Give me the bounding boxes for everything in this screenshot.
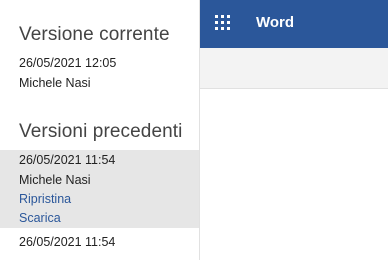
download-link[interactable]: Scarica (19, 211, 61, 225)
previous-version-date: 26/05/2021 11:54 (19, 153, 116, 167)
current-version-date: 26/05/2021 12:05 (19, 56, 117, 70)
current-version-heading: Versione corrente (19, 24, 170, 45)
app-header: Word (200, 0, 388, 48)
previous-version-author: Michele Nasi (19, 173, 91, 187)
waffle-icon[interactable] (215, 15, 231, 31)
previous-version-date[interactable]: 26/05/2021 11:54 (19, 235, 115, 249)
document-canvas[interactable] (200, 89, 388, 260)
previous-versions-heading: Versioni precedenti (19, 121, 183, 142)
restore-link[interactable]: Ripristina (19, 192, 71, 206)
current-version-author: Michele Nasi (19, 76, 91, 90)
app-name[interactable]: Word (256, 14, 294, 31)
version-history-panel: Versione corrente 26/05/2021 12:05 Miche… (0, 0, 200, 260)
ribbon-bar (200, 48, 388, 89)
